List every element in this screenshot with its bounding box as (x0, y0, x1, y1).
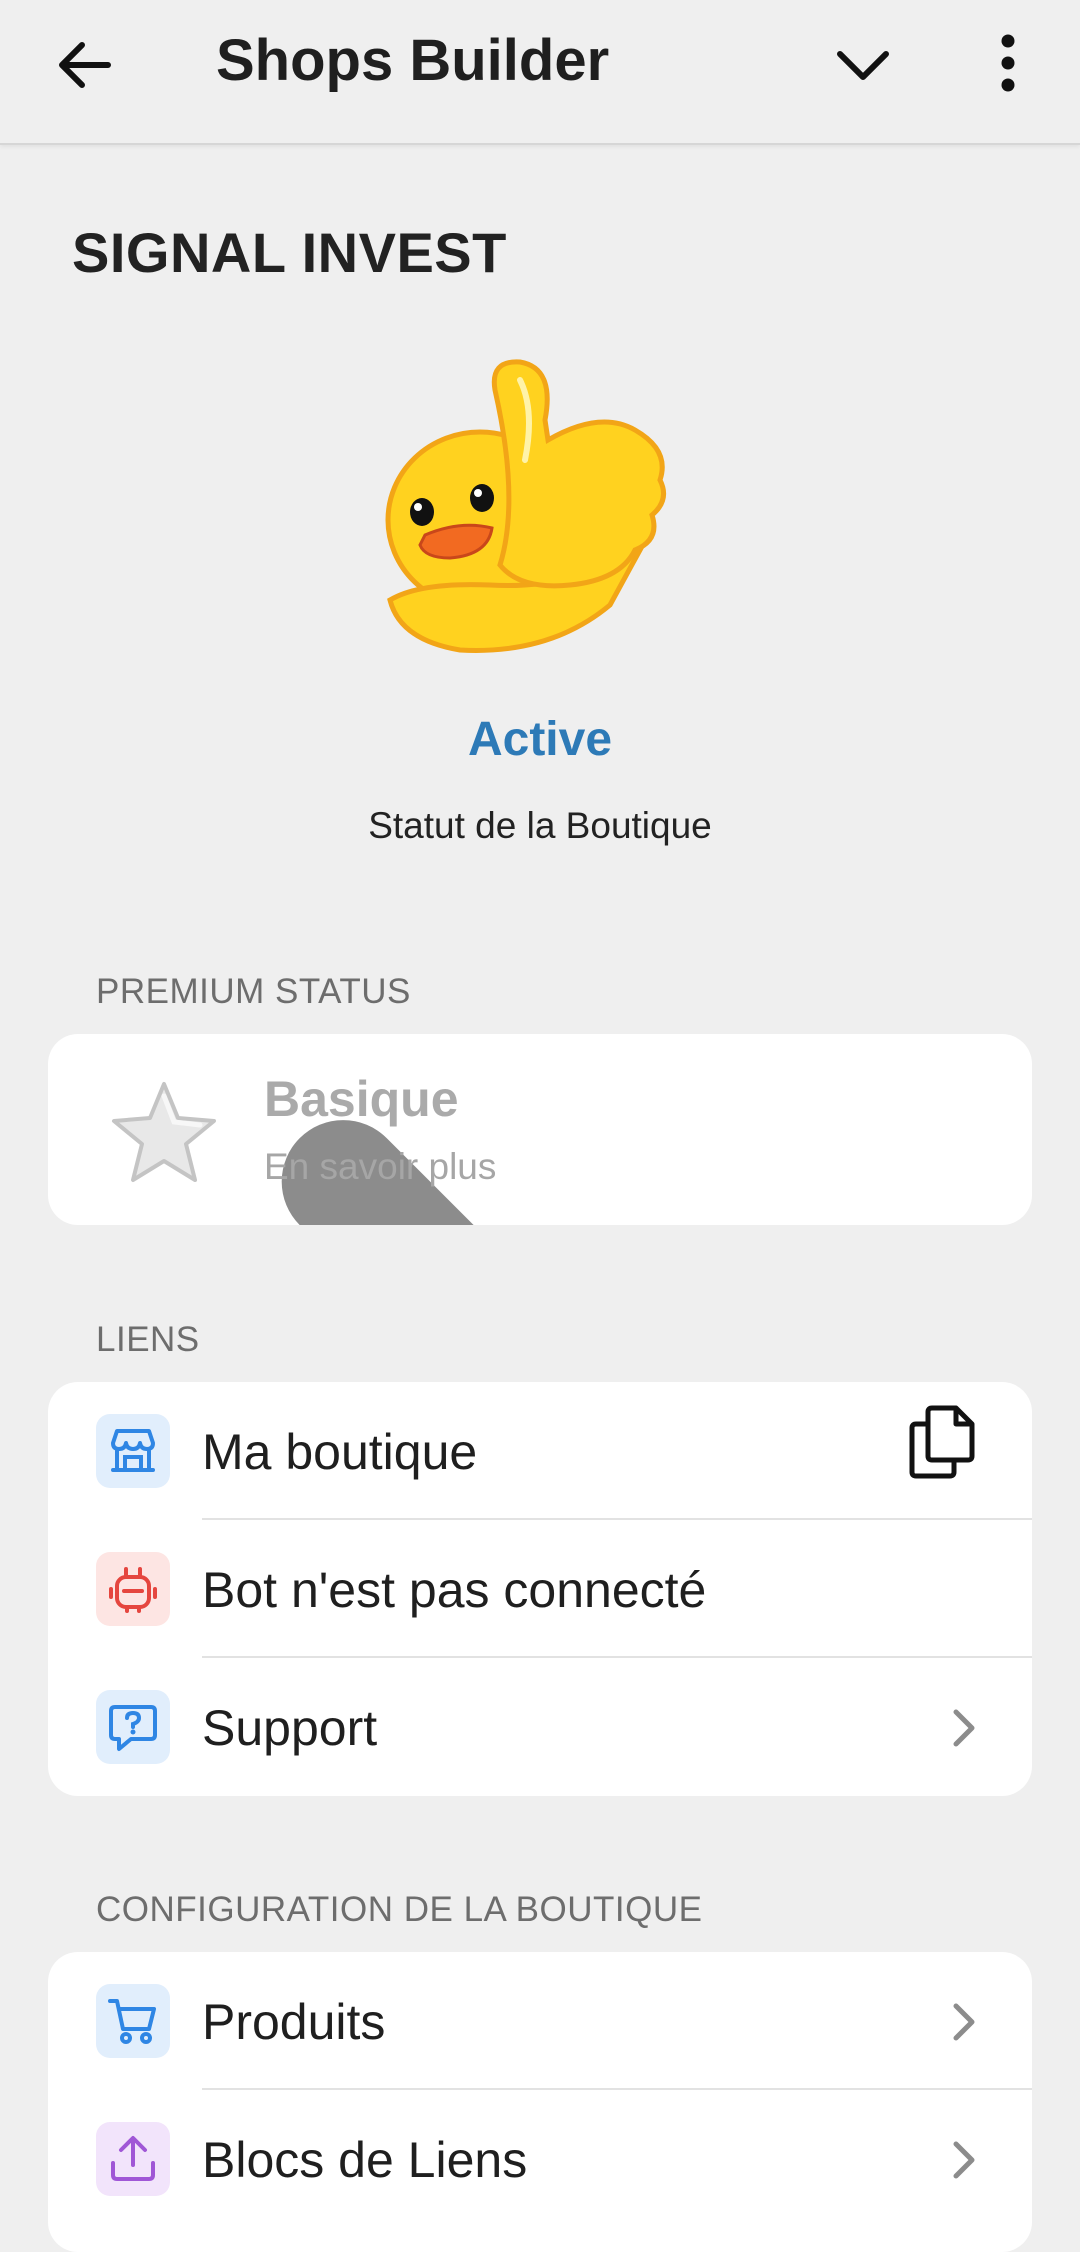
back-arrow-icon[interactable] (50, 30, 120, 100)
link-row-bot[interactable]: Bot n'est pas connecté (48, 1520, 1032, 1658)
link-label: Ma boutique (202, 1424, 478, 1480)
config-row-link-blocks[interactable]: Blocs de Liens (48, 2090, 1032, 2228)
store-icon (96, 1414, 170, 1488)
section-title-config: CONFIGURATION DE LA BOUTIQUE (96, 1890, 703, 1929)
link-label: Support (202, 1700, 378, 1756)
section-title-links: LIENS (96, 1320, 200, 1359)
chevron-right-icon (953, 2141, 975, 2179)
app-bar: Shops Builder (0, 0, 1080, 145)
chevron-right-icon (953, 2003, 975, 2041)
shop-status-label: Statut de la Boutique (368, 805, 712, 846)
more-vertical-icon[interactable] (980, 28, 1036, 98)
chevron-down-icon[interactable] (830, 32, 896, 98)
shop-status-value: Active (467, 713, 613, 766)
config-card: Produits Blocs de Liens (48, 1952, 1032, 2252)
help-chat-icon (96, 1690, 170, 1764)
premium-plan: Basique (264, 1071, 459, 1127)
link-row-my-shop[interactable]: Ma boutique (48, 1382, 1032, 1520)
config-row-products[interactable]: Produits (48, 1952, 1032, 2090)
link-row-support[interactable]: Support (48, 1658, 1032, 1796)
config-label: Produits (202, 1994, 386, 2050)
copy-icon[interactable] (908, 1404, 976, 1480)
duck-thumbs-up-sticker (385, 359, 667, 653)
section-title-premium: PREMIUM STATUS (96, 972, 411, 1011)
star-icon (112, 1082, 216, 1182)
bot-icon (96, 1552, 170, 1626)
chevron-right-icon (953, 1709, 975, 1747)
cart-icon (96, 1984, 170, 2058)
premium-status-card[interactable]: Basique En savoir plus (48, 1034, 1032, 1225)
link-label: Bot n'est pas connecté (202, 1562, 707, 1618)
premium-learn-more[interactable]: En savoir plus (264, 1146, 496, 1188)
shop-name: SIGNAL INVEST (72, 221, 507, 284)
page-title: Shops Builder (216, 28, 610, 93)
links-card: Ma boutique Bot n'est pas connecté Suppo… (48, 1382, 1032, 1796)
upload-icon (96, 2122, 170, 2196)
config-label: Blocs de Liens (202, 2132, 528, 2188)
